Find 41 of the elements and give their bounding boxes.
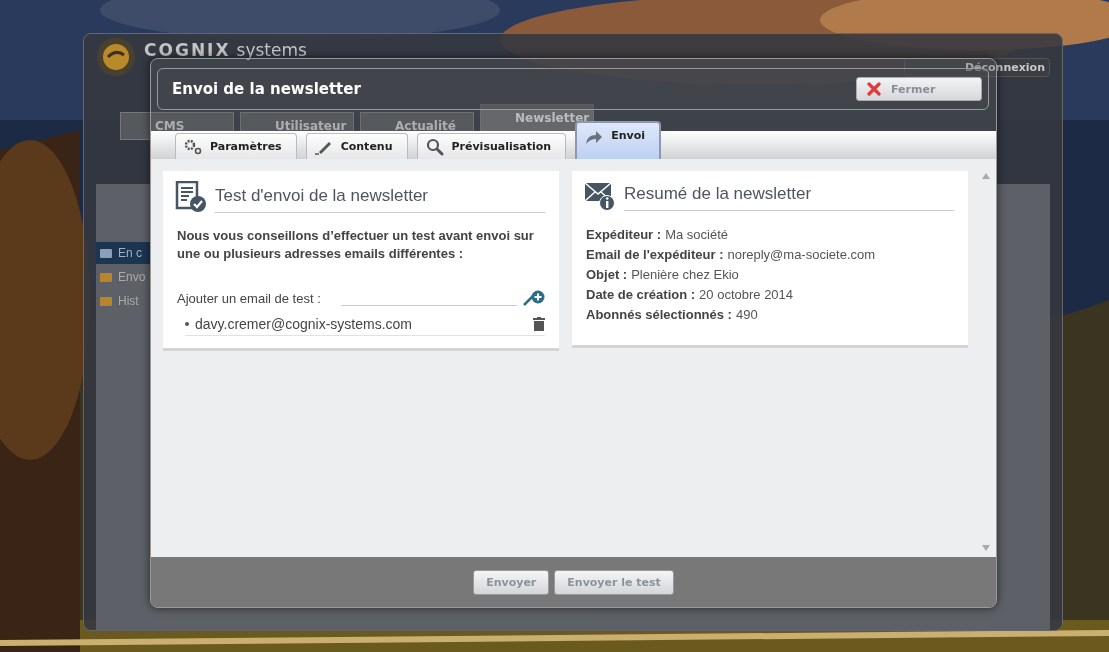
summary-value: 490 [735, 307, 758, 323]
logo-icon [96, 37, 136, 77]
folder-icon [100, 248, 112, 258]
email-list-item: davy.cremer@cognix-systems.com [195, 316, 412, 332]
tab[interactable]: Prévisualisation [416, 133, 567, 159]
summary-value: noreply@ma-societe.com [727, 247, 876, 263]
dialog-title: Envoi de la newsletter [172, 80, 361, 98]
folder-icon [100, 272, 112, 282]
summary-label: Abonnés sélectionnés : [586, 307, 732, 323]
tab[interactable]: Envoi [575, 121, 661, 159]
field-label: Ajouter un email de test : [177, 291, 321, 306]
summary-label: Date de création : [586, 287, 696, 303]
intro-text: Nous vous conseillons d’effectuer un test avant envoi sur une ou plusieurs adresses emails différentes : [177, 227, 535, 263]
app-tab[interactable]: Newsletter [480, 104, 594, 132]
gear-icon [184, 138, 202, 155]
tab[interactable]: Contenu [305, 133, 408, 159]
search-icon [425, 137, 444, 156]
folder-icon [100, 296, 112, 306]
add-icon[interactable] [523, 290, 545, 306]
logo-tagline: systems [236, 41, 307, 59]
close-button[interactable]: Fermer [856, 77, 982, 101]
summary-label: Expéditeur : [586, 227, 662, 243]
share-arrow-icon [585, 129, 604, 145]
logo-name: COGNIX [144, 41, 231, 59]
bullet-icon [185, 322, 189, 326]
summary-value: 20 octobre 2014 [699, 287, 794, 303]
scroll-up-icon[interactable] [982, 173, 990, 179]
close-icon [867, 82, 881, 96]
panel-title: Resumé de la newsletter [624, 184, 954, 211]
summary-label: Email de l'expéditeur : [586, 247, 724, 263]
trash-icon[interactable] [533, 317, 545, 331]
footer-button[interactable]: Envoyer [473, 569, 550, 595]
checklist-icon [175, 181, 207, 213]
summary-label: Objet : [586, 267, 628, 283]
tab[interactable]: Paramètres [175, 133, 297, 159]
footer-button[interactable]: Envoyer le test [554, 569, 674, 595]
envelope-info-icon [584, 181, 616, 211]
summary-value: Plenière chez Ekio [631, 267, 739, 283]
panel-title: Test d'envoi de la newsletter [215, 186, 545, 213]
scroll-down-icon[interactable] [982, 545, 990, 551]
summary-value: Ma société [665, 227, 728, 243]
